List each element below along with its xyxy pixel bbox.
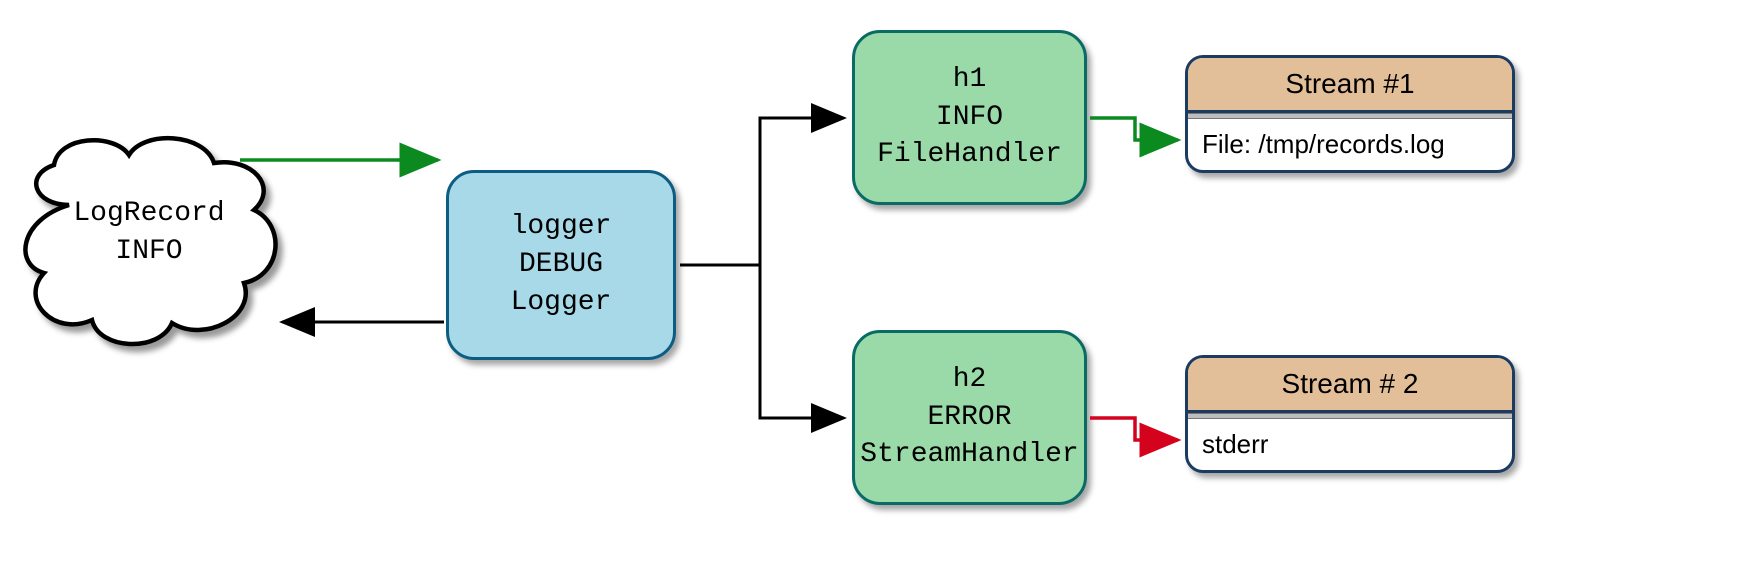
logger-name: logger [511,208,612,246]
arrow-h1-to-s1 [1090,118,1178,140]
logger-level: DEBUG [519,246,603,284]
handler-h2-name: h2 [953,361,987,399]
stream-2-title: Stream # 2 [1188,358,1512,413]
handler-h1-class: FileHandler [877,136,1062,174]
handler-h2-level: ERROR [927,399,1011,437]
stream-1-title: Stream #1 [1188,58,1512,113]
stream-1-body: File: /tmp/records.log [1188,119,1512,170]
arrow-logger-to-h1 [680,118,844,265]
logger-class: Logger [511,284,612,322]
handler-h1-name: h1 [953,61,987,99]
stream-1-node: Stream #1 File: /tmp/records.log [1185,55,1515,173]
handler-h1-level: INFO [936,99,1003,137]
arrow-h2-to-s2 [1090,418,1178,440]
log-record-name: LogRecord [14,195,284,233]
arrow-logger-to-h2 [680,265,844,418]
stream-2-node: Stream # 2 stderr [1185,355,1515,473]
log-record-text: LogRecord INFO [14,195,284,271]
handler-h2-node: h2 ERROR StreamHandler [852,330,1087,505]
logger-node: logger DEBUG Logger [446,170,676,360]
stream-2-body: stderr [1188,419,1512,470]
handler-h1-node: h1 INFO FileHandler [852,30,1087,205]
handler-h2-class: StreamHandler [860,436,1078,474]
log-record-level: INFO [14,233,284,271]
